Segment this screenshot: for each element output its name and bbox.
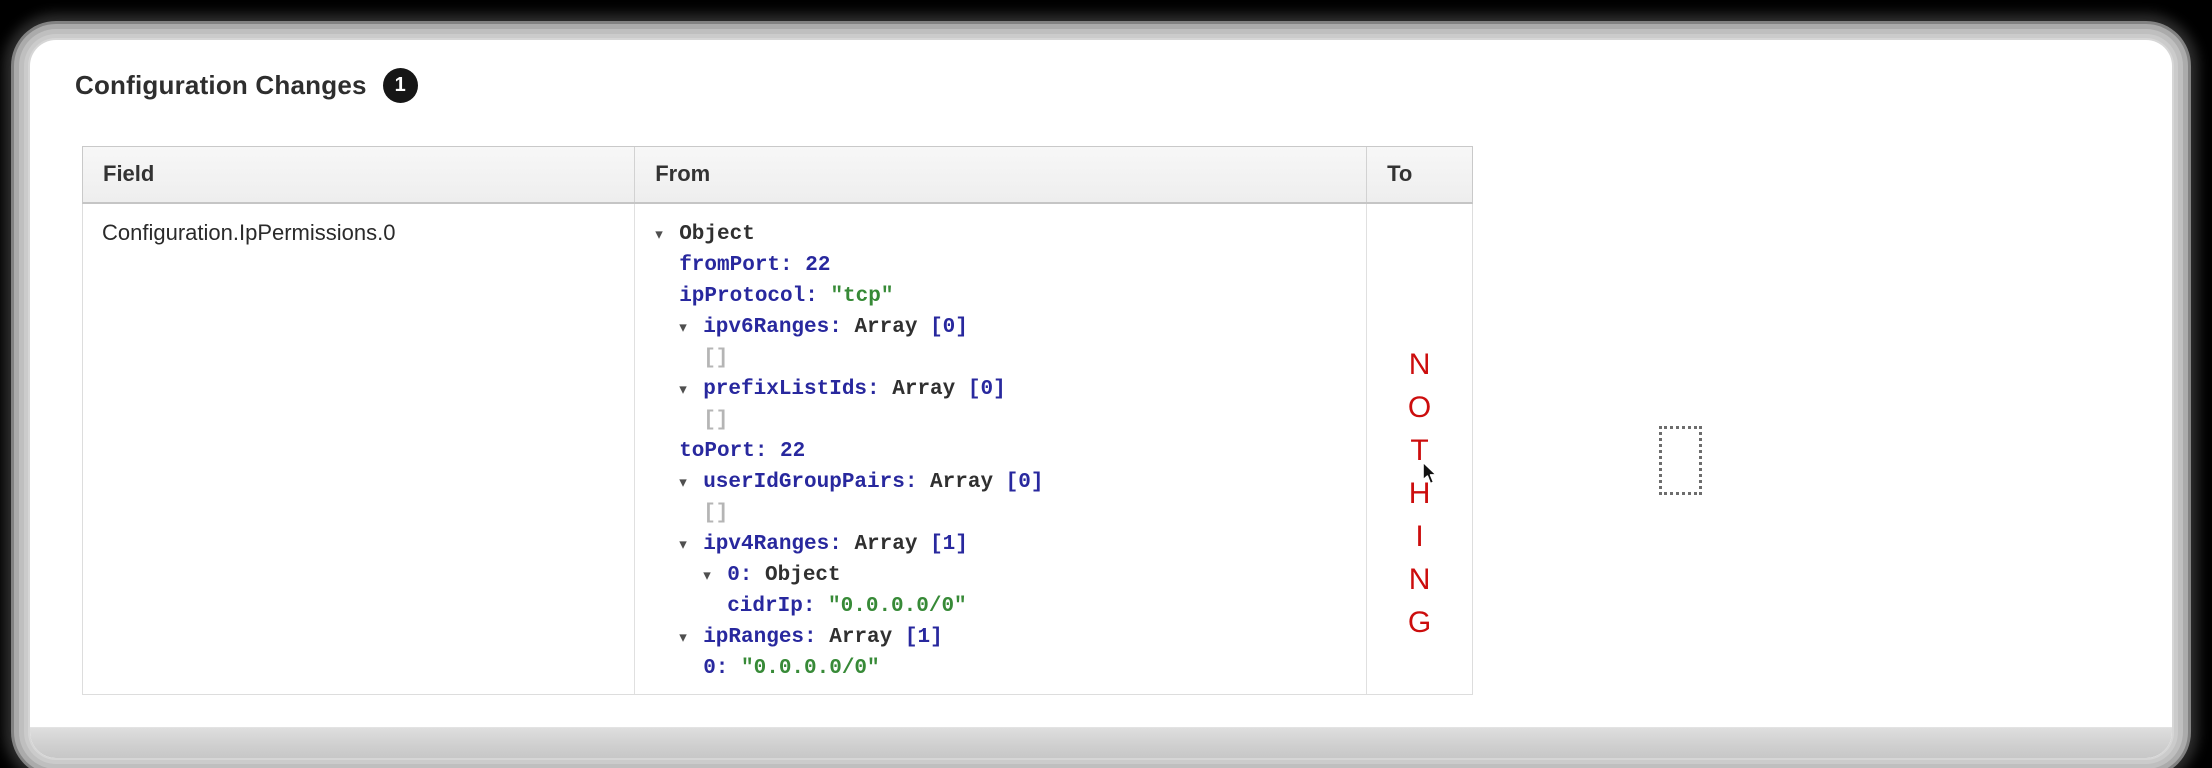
screenshot-background: Configuration Changes 1 Field From To Co… [0, 0, 2212, 768]
expand-triangle-icon[interactable]: ▾ [679, 312, 703, 343]
json-tree-row: [] [635, 343, 1366, 374]
json-tree-row: ▾ 0: Object [635, 560, 1366, 591]
json-token-plain: Object [765, 564, 841, 587]
json-tree-row: ▾ Object [635, 219, 1366, 250]
table-row: Configuration.IpPermissions.0 ▾ Object fro… [82, 204, 1473, 695]
json-tree-row: fromPort: 22 [635, 250, 1366, 281]
json-token-bracket: [0] [930, 316, 968, 339]
page-title: Configuration Changes [75, 69, 367, 100]
json-tree-row: cidrIp: "0.0.0.0/0" [635, 591, 1366, 622]
json-token-bracket: [0] [967, 378, 1006, 401]
title-row: Configuration Changes 1 [75, 67, 418, 103]
vertical-letter: G [1407, 606, 1432, 639]
empty-placeholder-box [1659, 426, 1702, 495]
json-token-plain: Array [930, 471, 1006, 494]
field-cell: Configuration.IpPermissions.0 [83, 204, 636, 694]
json-token-plain: Object [679, 223, 755, 246]
json-token-empty: [] [703, 409, 729, 432]
expand-triangle-icon[interactable]: ▾ [679, 374, 703, 405]
json-tree-row: 0: "0.0.0.0/0" [635, 653, 1366, 684]
json-token-empty: [] [703, 502, 729, 525]
json-token-key: cidrIp: [727, 595, 829, 618]
json-token-bracket: [0] [1005, 471, 1044, 494]
json-token-plain: Array [854, 533, 931, 556]
json-tree: ▾ Object fromPort: 22 ipProtocol: "tcp" ▾ ipv… [635, 204, 1366, 684]
column-header-field: Field [83, 147, 636, 202]
json-tree-row: [] [635, 405, 1366, 436]
json-tree-row: ipProtocol: "tcp" [635, 281, 1366, 312]
json-token-key: ipv6Ranges: [703, 316, 855, 339]
expand-triangle-icon[interactable]: ▾ [655, 219, 679, 250]
json-tree-row: toPort: 22 [635, 436, 1366, 467]
json-token-key: ipRanges: [703, 626, 830, 649]
json-token-string: "tcp" [830, 285, 894, 308]
column-header-from: From [635, 147, 1368, 202]
to-cell: NOTHING [1367, 204, 1472, 694]
json-token-key: toPort: [679, 440, 781, 463]
json-token-key: ipv4Ranges: [703, 533, 855, 556]
json-token-plain: Array [854, 316, 931, 339]
vertical-letter: N [1408, 563, 1431, 596]
json-token-key: fromPort: [679, 254, 806, 277]
vertical-letter: H [1408, 477, 1431, 510]
json-tree-row: ▾ ipv4Ranges: Array [1] [635, 529, 1366, 560]
vertical-letter: T [1410, 434, 1429, 467]
expand-triangle-icon[interactable]: ▾ [679, 467, 703, 498]
mouse-cursor-icon [1422, 461, 1438, 485]
json-tree-row: ▾ userIdGroupPairs: Array [0] [635, 467, 1366, 498]
window-bottom-bar [30, 727, 2172, 758]
json-token-empty: [] [703, 347, 729, 370]
to-vertical-text: NOTHING [1367, 204, 1472, 644]
vertical-letter: I [1415, 520, 1424, 553]
json-token-num: 22 [780, 440, 806, 463]
json-token-plain: Array [829, 626, 905, 649]
expand-triangle-icon[interactable]: ▾ [703, 560, 727, 591]
json-tree-row: ▾ prefixListIds: Array [0] [635, 374, 1366, 405]
json-token-key: userIdGroupPairs: [703, 471, 931, 494]
json-token-string: "0.0.0.0/0" [741, 657, 880, 680]
json-token-bracket: [1] [930, 533, 968, 556]
config-changes-table: Field From To Configuration.IpPermission… [82, 146, 1473, 695]
json-tree-row: ▾ ipRanges: Array [1] [635, 622, 1366, 653]
json-tree-row: [] [635, 498, 1366, 529]
column-header-to: To [1387, 161, 1413, 186]
json-token-plain: Array [892, 378, 968, 401]
json-token-bracket: [1] [904, 626, 943, 649]
json-token-key: ipProtocol: [679, 285, 831, 308]
app-window: Configuration Changes 1 Field From To Co… [30, 40, 2172, 758]
expand-triangle-icon[interactable]: ▾ [679, 622, 703, 653]
json-token-num: 22 [805, 254, 831, 277]
vertical-letter: N [1408, 348, 1431, 381]
vertical-letter: O [1407, 391, 1432, 424]
json-tree-row: ▾ ipv6Ranges: Array [0] [635, 312, 1366, 343]
json-token-key: 0: [703, 657, 742, 680]
expand-triangle-icon[interactable]: ▾ [679, 529, 703, 560]
from-cell: ▾ Object fromPort: 22 ipProtocol: "tcp" ▾ ipv… [635, 204, 1368, 694]
table-header-row: Field From To [82, 146, 1473, 204]
field-value: Configuration.IpPermissions.0 [102, 220, 396, 245]
json-token-key: 0: [727, 564, 766, 587]
json-token-string: "0.0.0.0/0" [828, 595, 967, 618]
changes-count-badge: 1 [382, 67, 418, 103]
json-token-key: prefixListIds: [703, 378, 893, 401]
